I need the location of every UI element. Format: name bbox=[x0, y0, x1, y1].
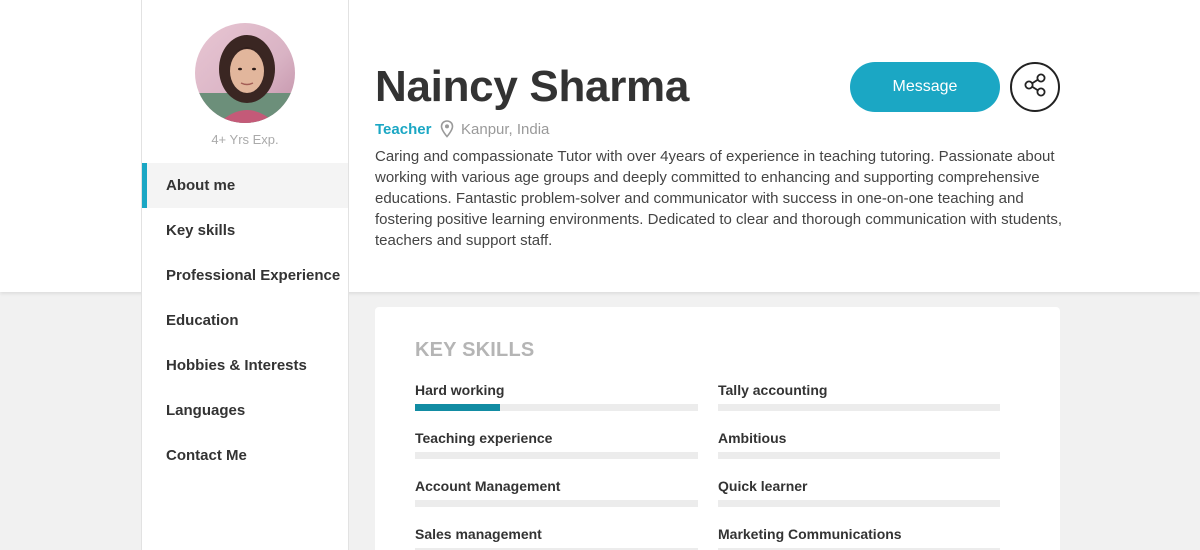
skill-item: Quick learner bbox=[718, 478, 1000, 507]
sidebar-item-about-me[interactable]: About me bbox=[142, 163, 348, 208]
skill-bar bbox=[415, 404, 698, 411]
skill-bar bbox=[415, 500, 698, 507]
sidebar-item-languages[interactable]: Languages bbox=[142, 388, 348, 433]
key-skills-title: KEY SKILLS bbox=[415, 339, 535, 361]
skill-item: Tally accounting bbox=[718, 382, 1000, 411]
key-skills-card: KEY SKILLS Hard working Tally accounting… bbox=[375, 307, 1060, 550]
about-text: Caring and compassionate Tutor with over… bbox=[375, 148, 1063, 249]
skill-label: Marketing Communications bbox=[718, 526, 902, 542]
share-button[interactable] bbox=[1010, 62, 1060, 112]
profile-role: Teacher bbox=[375, 121, 432, 138]
skill-label: Account Management bbox=[415, 478, 561, 494]
skill-bar-fill bbox=[415, 404, 500, 411]
profile-name: Naincy Sharma bbox=[375, 62, 690, 111]
skill-label: Hard working bbox=[415, 382, 505, 398]
sidebar-item-key-skills[interactable]: Key skills bbox=[142, 208, 348, 253]
skill-item: Teaching experience bbox=[415, 430, 698, 459]
sidebar-item-education[interactable]: Education bbox=[142, 298, 348, 343]
location-pin-icon bbox=[440, 120, 454, 138]
skill-item: Sales management bbox=[415, 526, 698, 550]
avatar bbox=[195, 23, 295, 123]
skill-label: Sales management bbox=[415, 526, 542, 542]
sidebar-item-contact-me[interactable]: Contact Me bbox=[142, 433, 348, 478]
profile-location: Kanpur, India bbox=[461, 121, 550, 138]
skill-bar bbox=[415, 452, 698, 459]
skill-bar bbox=[718, 404, 1000, 411]
sidebar: 4+ Yrs Exp. About me Key skills Professi… bbox=[141, 0, 349, 550]
skill-item: Ambitious bbox=[718, 430, 1000, 459]
skill-label: Quick learner bbox=[718, 478, 808, 494]
skill-bar bbox=[718, 452, 1000, 459]
skill-label: Tally accounting bbox=[718, 382, 828, 398]
skill-item: Account Management bbox=[415, 478, 698, 507]
experience-label: 4+ Yrs Exp. bbox=[211, 132, 279, 147]
sidebar-item-hobbies[interactable]: Hobbies & Interests bbox=[142, 343, 348, 388]
skill-label: Teaching experience bbox=[415, 430, 553, 446]
message-button[interactable]: Message bbox=[850, 62, 1000, 112]
skill-bar bbox=[718, 500, 1000, 507]
sidebar-item-professional-experience[interactable]: Professional Experience bbox=[142, 253, 348, 298]
sidebar-nav: About me Key skills Professional Experie… bbox=[142, 163, 348, 478]
share-icon bbox=[1022, 72, 1048, 103]
skill-item: Hard working bbox=[415, 382, 698, 411]
skill-label: Ambitious bbox=[718, 430, 787, 446]
skill-item: Marketing Communications bbox=[718, 526, 1000, 550]
